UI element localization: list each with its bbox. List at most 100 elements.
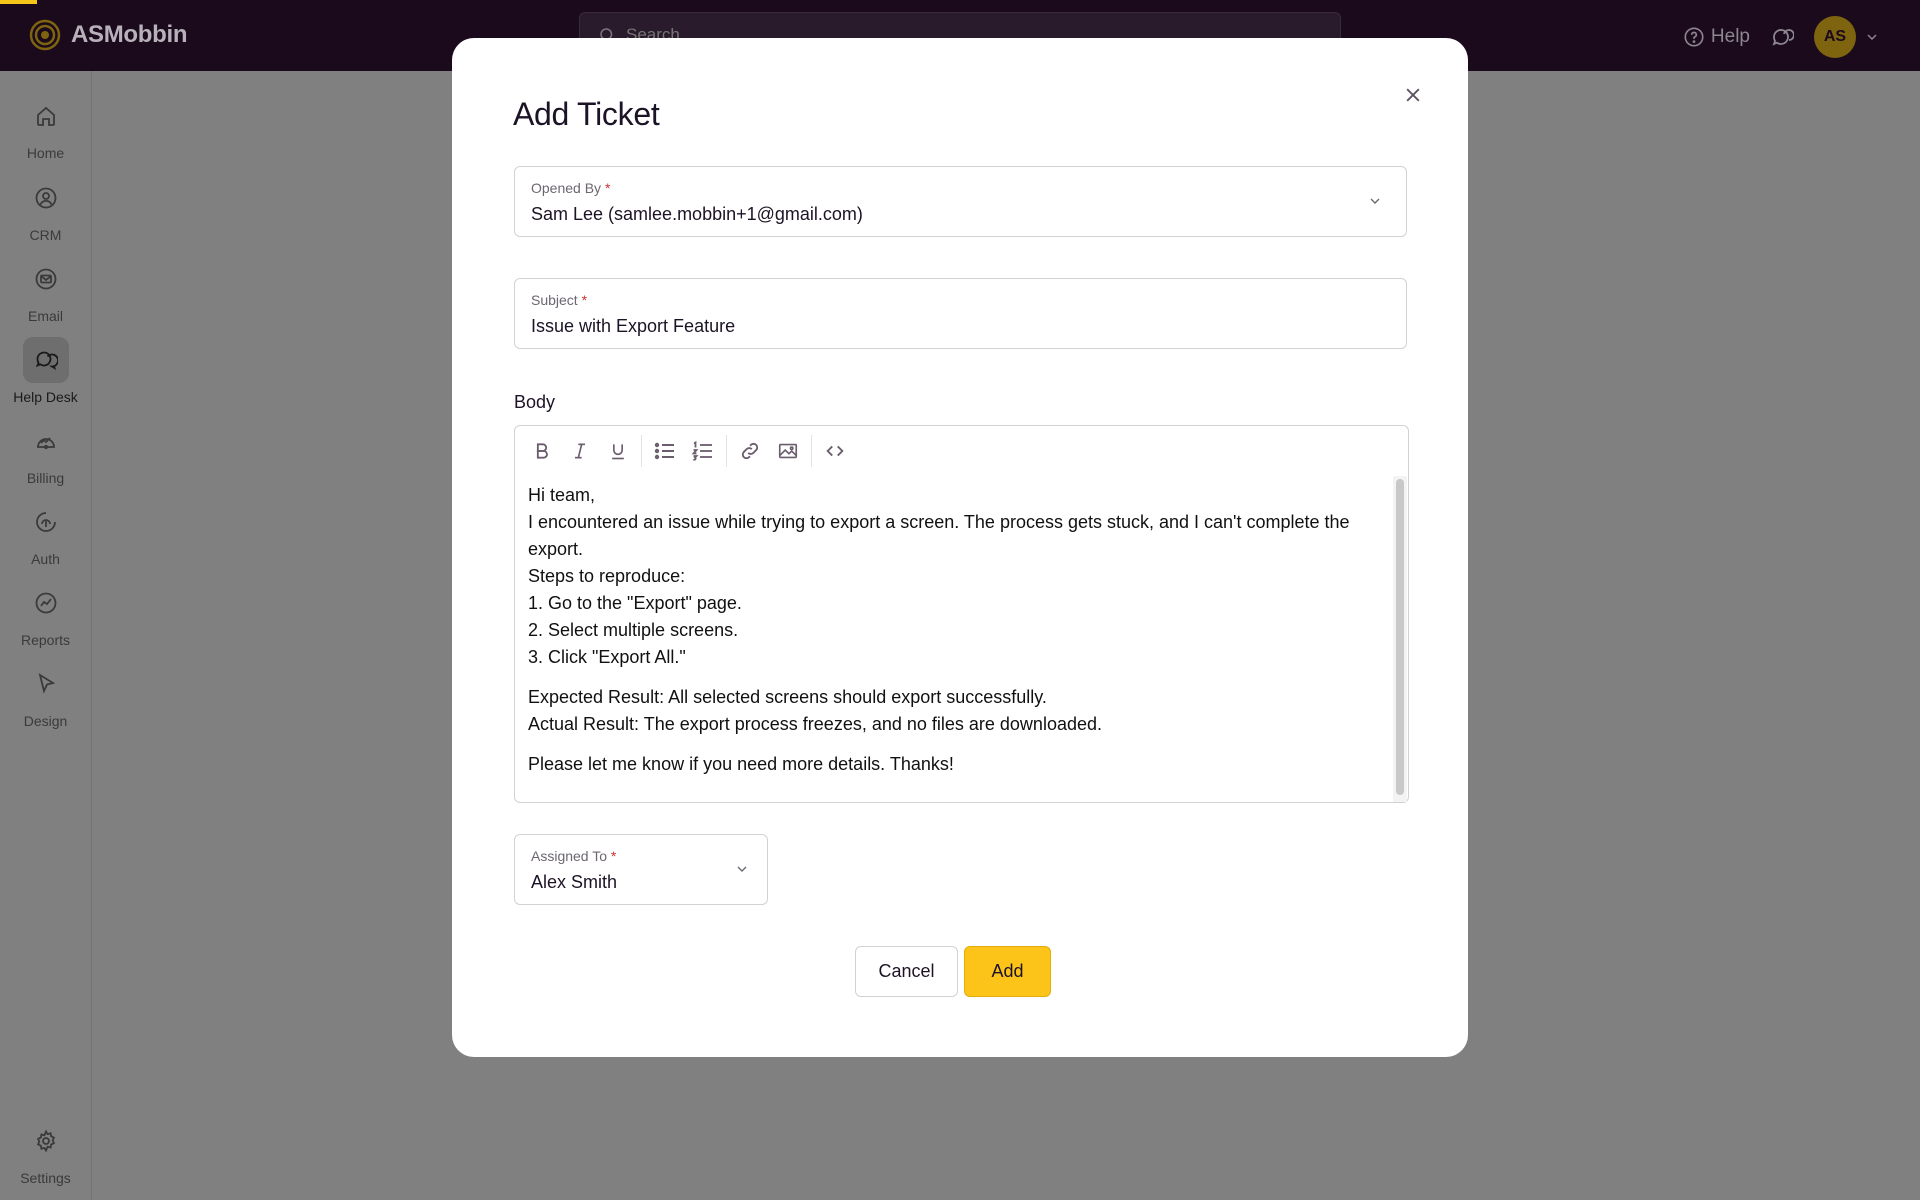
crm-icon-wrap	[23, 175, 69, 221]
gear-icon	[36, 1129, 55, 1153]
billing-icon-wrap	[23, 418, 69, 464]
editor-scrollbar[interactable]	[1393, 476, 1407, 802]
help-desk-icon-wrap	[22, 337, 69, 383]
editor-toolbar	[515, 426, 1408, 476]
sidebar-item-design[interactable]: Design	[0, 661, 91, 729]
chevron-down-icon	[737, 866, 747, 872]
top-accent-strip	[0, 0, 37, 4]
link-button[interactable]	[731, 432, 769, 470]
brand[interactable]: ASMobbin	[29, 19, 188, 51]
brand-name: ASMobbin	[71, 21, 188, 48]
image-icon	[778, 443, 798, 459]
sidebar-item-label: Email	[27, 308, 63, 324]
close-button[interactable]	[1398, 80, 1428, 110]
sidebar-item-auth[interactable]: Auth	[0, 499, 91, 567]
home-icon	[36, 106, 55, 126]
sidebar-item-label: Help Desk	[13, 389, 78, 405]
opened-by-select[interactable]: Opened By * Sam Lee (samlee.mobbin+1@gma…	[514, 166, 1407, 237]
link-icon	[741, 442, 759, 460]
body-line: Steps to reproduce:	[528, 566, 686, 586]
body-line: Please let me know if you need more deta…	[528, 754, 954, 774]
top-right-actions: Help AS	[1683, 16, 1880, 58]
help-icon	[1684, 27, 1704, 47]
opened-by-value: Sam Lee (samlee.mobbin+1@gmail.com)	[531, 204, 863, 224]
help-label: Help	[1710, 26, 1750, 47]
italic-button[interactable]	[561, 432, 599, 470]
editor-content[interactable]: Hi team, I encountered an issue while tr…	[528, 482, 1388, 778]
email-icon	[35, 268, 56, 290]
modal-title: Add Ticket	[513, 96, 660, 132]
auth-icon	[35, 512, 56, 532]
subject-value[interactable]: Issue with Export Feature	[531, 316, 735, 337]
help-desk-icon	[35, 351, 58, 370]
body-line: Actual Result: The export process freeze…	[528, 714, 1102, 734]
sidebar-item-home[interactable]: Home	[0, 93, 91, 161]
body-line: Expected Result: All selected screens sh…	[528, 687, 1047, 707]
toolbar-divider	[811, 435, 812, 467]
scrollbar-thumb[interactable]	[1396, 479, 1404, 795]
auth-icon-wrap	[23, 499, 69, 545]
billing-icon	[36, 437, 55, 450]
add-button[interactable]: Add	[964, 946, 1051, 997]
design-icon	[38, 673, 55, 694]
bold-icon	[536, 443, 548, 459]
reports-icon	[35, 592, 56, 614]
bullet-list-button[interactable]	[646, 432, 684, 470]
sidebar-item-label: Billing	[26, 470, 65, 486]
sidebar-item-reports[interactable]: Reports	[0, 580, 91, 648]
bold-button[interactable]	[523, 432, 561, 470]
body-line: 3. Click "Export All."	[528, 647, 686, 667]
help-link[interactable]: Help	[1683, 26, 1750, 48]
sidebar-item-label: Design	[23, 713, 68, 729]
subject-label: Subject *	[531, 292, 587, 308]
crm-icon	[35, 187, 56, 209]
avatar: AS	[1814, 16, 1856, 58]
required-mark: *	[604, 180, 611, 196]
sidebar: Home CRM Email Help Desk Billing Auth Re…	[0, 71, 92, 1200]
chevron-down-icon	[1867, 34, 1877, 41]
body-line: Hi team,	[528, 485, 596, 505]
sidebar-item-billing[interactable]: Billing	[0, 418, 91, 486]
sidebar-item-label: Auth	[31, 551, 60, 567]
numbered-list-button[interactable]	[684, 432, 722, 470]
body-editor[interactable]: Hi team, I encountered an issue while tr…	[514, 425, 1409, 803]
sidebar-item-label: Reports	[20, 632, 71, 648]
sidebar-item-help-desk[interactable]: Help Desk	[0, 337, 91, 405]
assigned-to-select[interactable]: Assigned To * Alex Smith	[514, 834, 768, 905]
chat-icon[interactable]	[1770, 25, 1794, 49]
home-icon-wrap	[23, 93, 69, 139]
code-icon	[826, 445, 844, 457]
user-menu[interactable]: AS	[1814, 16, 1880, 58]
underline-icon	[612, 444, 624, 460]
italic-icon	[575, 443, 585, 459]
body-label: Body	[514, 392, 556, 412]
sidebar-item-settings[interactable]: Settings	[0, 1118, 91, 1186]
chevron-down-icon	[1370, 198, 1380, 204]
subject-label-text: Subject	[531, 292, 578, 308]
required-mark: *	[581, 292, 588, 308]
email-icon-wrap	[23, 256, 69, 302]
code-button[interactable]	[816, 432, 854, 470]
close-icon	[1406, 88, 1420, 102]
sidebar-item-crm[interactable]: CRM	[0, 175, 91, 243]
subject-field[interactable]: Subject * Issue with Export Feature	[514, 278, 1407, 349]
image-button[interactable]	[769, 432, 807, 470]
assigned-to-value: Alex Smith	[531, 872, 618, 892]
underline-button[interactable]	[599, 432, 637, 470]
body-line: 2. Select multiple screens.	[528, 620, 739, 640]
sidebar-item-email[interactable]: Email	[0, 256, 91, 324]
toolbar-divider	[641, 435, 642, 467]
opened-by-label: Opened By *	[531, 180, 610, 196]
add-ticket-modal: Add Ticket Opened By * Sam Lee (samlee.m…	[452, 38, 1468, 1057]
body-line: I encountered an issue while trying to e…	[528, 512, 1350, 559]
sidebar-item-label: Settings	[20, 1170, 71, 1186]
reports-icon-wrap	[23, 580, 69, 626]
cancel-button[interactable]: Cancel	[855, 946, 958, 997]
opened-by-label-text: Opened By	[531, 180, 602, 196]
sidebar-item-label: CRM	[29, 227, 62, 243]
body-line: 1. Go to the "Export" page.	[528, 593, 742, 613]
settings-icon-wrap	[23, 1118, 69, 1164]
numbered-list-icon	[691, 440, 712, 461]
